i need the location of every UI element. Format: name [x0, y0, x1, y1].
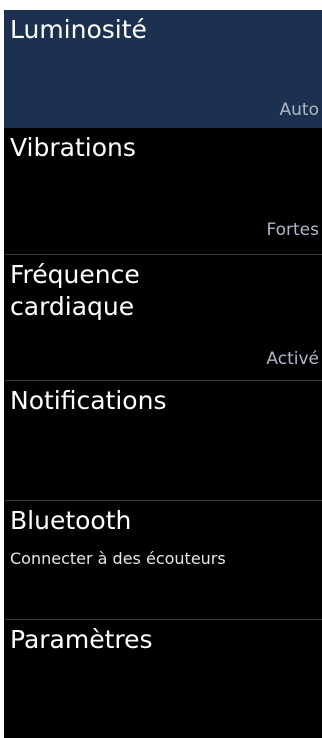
settings-item-title: Bluetooth — [10, 506, 132, 535]
settings-item-value: Auto — [279, 100, 319, 120]
settings-item-vibrations[interactable]: Vibrations Fortes — [4, 128, 322, 254]
settings-item-brightness[interactable]: Luminosité Auto — [4, 10, 322, 128]
settings-item-value: Activé — [266, 349, 319, 369]
settings-item-title: Paramètres — [10, 625, 153, 654]
settings-item-heart-rate[interactable]: Fréquence cardiaque Activé — [4, 255, 322, 380]
settings-item-title: Luminosité — [10, 15, 147, 44]
settings-item-bluetooth[interactable]: Bluetooth Connecter à des écouteurs — [4, 501, 322, 619]
settings-item-subtitle: Connecter à des écouteurs — [10, 549, 226, 568]
settings-item-value: Fortes — [266, 220, 319, 240]
settings-item-notifications[interactable]: Notifications — [4, 381, 322, 500]
settings-item-title: Notifications — [10, 386, 167, 415]
settings-item-title: Vibrations — [10, 133, 136, 162]
settings-item-title: Fréquence cardiaque — [10, 260, 140, 321]
settings-item-parameters[interactable]: Paramètres — [4, 620, 322, 738]
settings-screen: Luminosité Auto Vibrations Fortes Fréque… — [4, 10, 322, 738]
